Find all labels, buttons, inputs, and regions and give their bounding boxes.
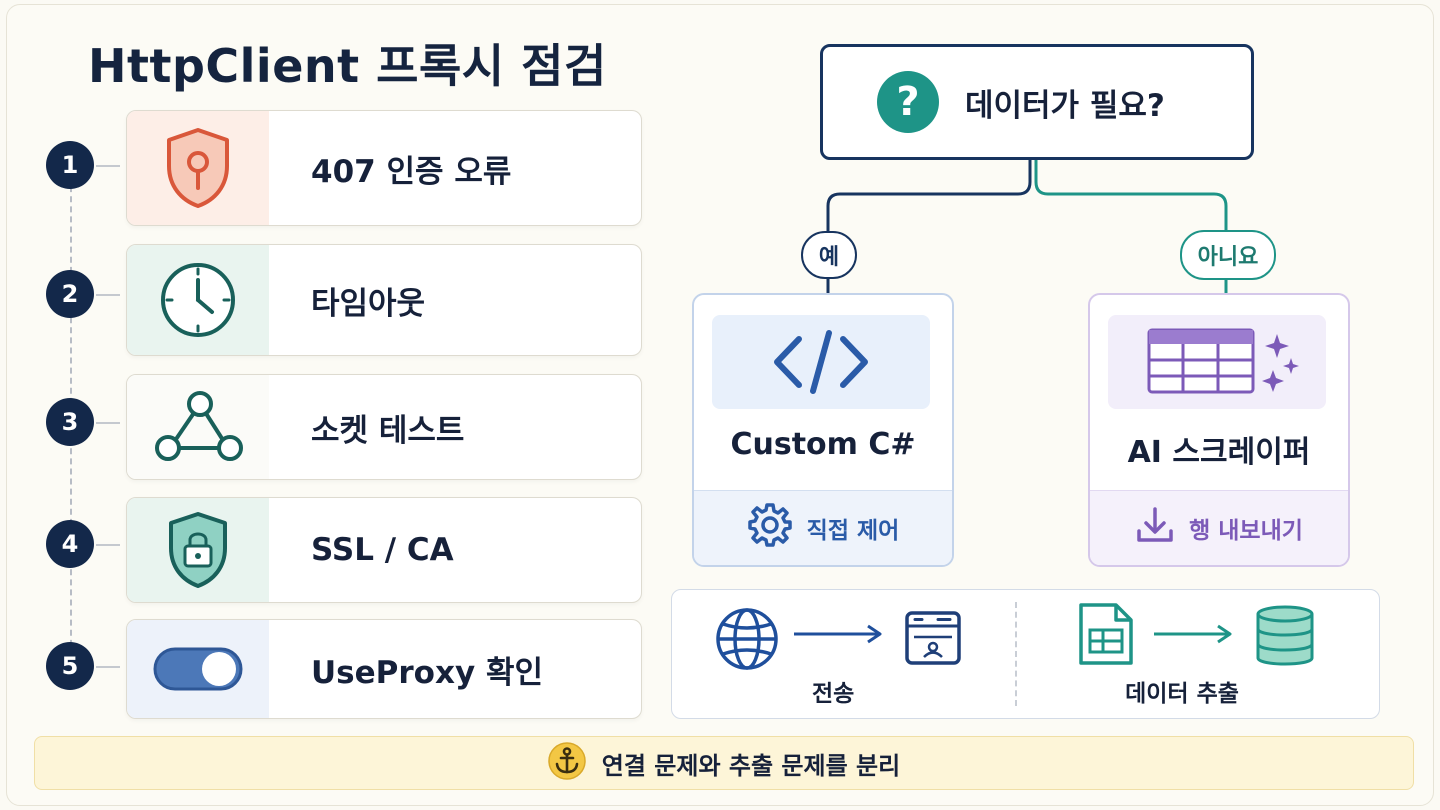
globe-icon bbox=[714, 606, 780, 676]
option-name-ai-scraper: AI 스크레이퍼 bbox=[1127, 435, 1311, 470]
no-branch-label: 아니요 bbox=[1180, 230, 1276, 280]
spreadsheet-file-icon bbox=[1076, 602, 1136, 670]
browser-window-icon bbox=[904, 610, 962, 670]
option-name-custom-csharp: Custom C# bbox=[730, 427, 916, 462]
bottom-banner: 연결 문제와 추출 문제를 분리 bbox=[34, 736, 1414, 790]
code-brackets-icon bbox=[712, 315, 930, 409]
banner-text: 연결 문제와 추출 문제를 분리 bbox=[601, 751, 901, 780]
download-icon bbox=[1135, 505, 1175, 551]
flow-divider bbox=[1015, 602, 1017, 706]
question-icon: ? bbox=[877, 71, 939, 133]
yes-branch-label: 예 bbox=[801, 231, 857, 279]
database-icon bbox=[1254, 604, 1316, 672]
gear-icon bbox=[747, 502, 793, 554]
option-footer-label-1: 행 내보내기 bbox=[1189, 518, 1303, 544]
decision-question-box: ? 데이터가 필요? bbox=[820, 44, 1254, 160]
option-ai-scraper[interactable]: AI 스크레이퍼 행 내보내기 bbox=[1088, 293, 1350, 567]
table-sparkle-icon bbox=[1108, 315, 1326, 409]
option-footer-row-export: 행 내보내기 bbox=[1090, 490, 1348, 565]
flow-caption-transport: 전송 bbox=[812, 681, 855, 707]
option-footer-direct-control: 직접 제어 bbox=[694, 490, 952, 565]
arrow-right-icon bbox=[794, 624, 882, 644]
flow-caption-data-extraction: 데이터 추출 bbox=[1125, 681, 1239, 707]
option-footer-label-0: 직접 제어 bbox=[806, 518, 900, 544]
arrow-right-icon bbox=[1154, 624, 1232, 644]
decision-question: 데이터가 필요? bbox=[965, 87, 1165, 124]
flow-summary: 전송 데이터 추출 bbox=[671, 589, 1380, 719]
anchor-icon bbox=[548, 742, 586, 784]
option-custom-csharp[interactable]: Custom C# 직접 제어 bbox=[692, 293, 954, 567]
